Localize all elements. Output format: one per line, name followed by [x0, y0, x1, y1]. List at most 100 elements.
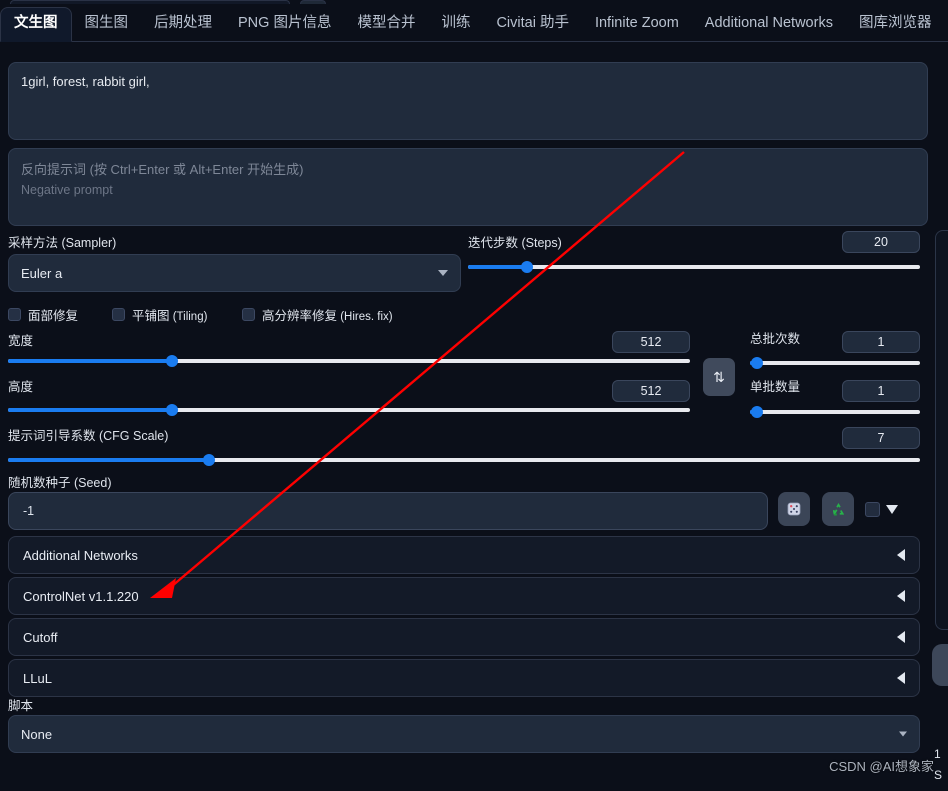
cfg-scale-value-field[interactable]: 7 — [842, 427, 920, 449]
output-info-line: 1 — [934, 747, 941, 761]
batch-count-label: 总批次数 — [750, 332, 801, 346]
script-label: 脚本 — [8, 699, 34, 713]
output-gallery-edge — [935, 230, 948, 630]
recycle-icon — [832, 502, 844, 515]
checkbox-label: 面部修复 — [28, 309, 79, 323]
negative-prompt-textarea[interactable]: 反向提示词 (按 Ctrl+Enter 或 Alt+Enter 开始生成) Ne… — [8, 148, 928, 226]
steps-value-field[interactable]: 20 — [842, 231, 920, 253]
accordion-controlnet[interactable]: ControlNet v1.1.220 — [8, 577, 920, 615]
steps-slider[interactable] — [468, 260, 920, 274]
slider-knob[interactable] — [202, 454, 215, 466]
steps-label: 迭代步数 (Steps) — [468, 236, 562, 250]
accordion-title: ControlNet v1.1.220 — [23, 588, 139, 604]
chevron-left-icon — [897, 631, 905, 643]
seed-expand-caret-icon[interactable] — [886, 505, 898, 514]
tab-train[interactable]: 训练 — [428, 8, 483, 41]
swap-dimensions-button[interactable]: ⇅ — [703, 358, 735, 396]
slider-fill — [8, 359, 172, 363]
batch-count-value-field[interactable]: 1 — [842, 331, 920, 353]
height-slider[interactable] — [8, 403, 690, 417]
cfg-scale-slider[interactable] — [8, 453, 920, 467]
swap-arrows-icon: ⇅ — [713, 368, 725, 385]
slider-track — [468, 265, 920, 269]
reuse-seed-button[interactable] — [822, 492, 854, 526]
tab-additional-networks[interactable]: Additional Networks — [692, 8, 846, 41]
checkbox-restore-faces[interactable]: 面部修复 — [8, 305, 78, 324]
slider-knob[interactable] — [165, 404, 178, 416]
seed-extra-checkbox[interactable] — [865, 502, 880, 517]
tab-label: PNG 图片信息 — [238, 15, 332, 31]
tab-label: 训练 — [441, 15, 471, 31]
script-dropdown[interactable]: None — [8, 715, 920, 753]
tab-civitai-helper[interactable]: Civitai 助手 — [483, 8, 582, 41]
accordion-title: Additional Networks — [23, 547, 138, 563]
output-panel-partial: 1 S 2 T — [932, 44, 948, 784]
sampler-value: Euler a — [21, 265, 63, 281]
width-label: 宽度 — [8, 334, 34, 348]
slider-fill — [8, 408, 172, 412]
checkbox-box[interactable] — [112, 308, 125, 321]
slider-track — [750, 361, 920, 365]
slider-fill — [468, 265, 527, 269]
cfg-scale-label: 提示词引导系数 (CFG Scale) — [8, 429, 169, 443]
checkbox-hires-fix[interactable]: 高分辨率修复 (Hires. fix) — [242, 305, 393, 324]
negative-prompt-placeholder-en: Negative prompt — [21, 183, 113, 197]
sampler-dropdown[interactable]: Euler a — [8, 254, 461, 292]
width-value-field[interactable]: 512 — [612, 331, 690, 353]
tab-infinite-zoom[interactable]: Infinite Zoom — [582, 8, 692, 41]
dice-icon — [787, 502, 801, 516]
height-value-field[interactable]: 512 — [612, 380, 690, 402]
chevron-left-icon — [897, 549, 905, 561]
tab-label: 模型合并 — [357, 15, 416, 31]
batch-size-value-field[interactable]: 1 — [842, 380, 920, 402]
seed-input[interactable]: -1 — [8, 492, 768, 530]
width-slider[interactable] — [8, 354, 690, 368]
prompt-textarea[interactable]: 1girl, forest, rabbit girl, — [8, 62, 928, 140]
tab-label: Additional Networks — [704, 15, 833, 31]
tab-png-info[interactable]: PNG 图片信息 — [225, 8, 344, 41]
slider-knob[interactable] — [750, 357, 763, 369]
prompt-value: 1girl, forest, rabbit girl, — [21, 74, 150, 89]
tab-label: Infinite Zoom — [594, 15, 679, 31]
checkbox-label: 平铺图 (Tiling) — [132, 309, 208, 323]
slider-knob[interactable] — [165, 355, 178, 367]
checkbox-box[interactable] — [242, 308, 255, 321]
chevron-left-icon — [897, 672, 905, 684]
tab-label: 后期处理 — [154, 15, 212, 31]
output-info-text: 1 S 2 T — [934, 744, 942, 784]
output-info-line: S — [934, 768, 943, 782]
chevron-left-icon — [897, 590, 905, 602]
script-value: None — [21, 726, 53, 742]
random-seed-button[interactable] — [778, 492, 810, 526]
checkbox-tiling[interactable]: 平铺图 (Tiling) — [112, 305, 207, 324]
slider-knob[interactable] — [750, 406, 763, 418]
tab-label: 图生图 — [84, 15, 129, 31]
accordion-cutoff[interactable]: Cutoff — [8, 618, 920, 656]
accordion-llul[interactable]: LLuL — [8, 659, 920, 697]
batch-count-slider[interactable] — [750, 356, 920, 370]
tab-label: 图库浏览器 — [858, 15, 932, 31]
sampler-label: 采样方法 (Sampler) — [8, 236, 117, 250]
watermark-text: CSDN @AI想象家 — [829, 759, 934, 774]
output-toolbar-pill[interactable] — [932, 644, 948, 686]
tab-txt2img[interactable]: 文生图 — [0, 7, 72, 42]
slider-track — [750, 410, 920, 414]
accordion-additional-networks[interactable]: Additional Networks — [8, 536, 920, 574]
partial-panel-top — [10, 0, 290, 4]
chevron-down-icon — [438, 270, 448, 276]
batch-size-label: 单批数量 — [750, 380, 801, 394]
seed-value: -1 — [23, 504, 35, 518]
tab-checkpoint-merger[interactable]: 模型合并 — [344, 8, 428, 41]
slider-knob[interactable] — [520, 261, 533, 273]
partial-button-top — [300, 0, 326, 4]
tab-label: 文生图 — [14, 15, 58, 31]
height-label: 高度 — [8, 380, 34, 394]
tab-image-browser[interactable]: 图库浏览器 — [846, 8, 945, 41]
main-tab-bar: 文生图 图生图 后期处理 PNG 图片信息 模型合并 训练 Civitai 助手… — [0, 6, 948, 42]
checkbox-box[interactable] — [8, 308, 21, 321]
tab-extras[interactable]: 后期处理 — [141, 8, 225, 41]
accordion-title: LLuL — [23, 670, 52, 686]
tab-img2img[interactable]: 图生图 — [72, 8, 142, 41]
batch-size-slider[interactable] — [750, 405, 920, 419]
stable-diffusion-webui: 文生图 图生图 后期处理 PNG 图片信息 模型合并 训练 Civitai 助手… — [0, 0, 948, 791]
